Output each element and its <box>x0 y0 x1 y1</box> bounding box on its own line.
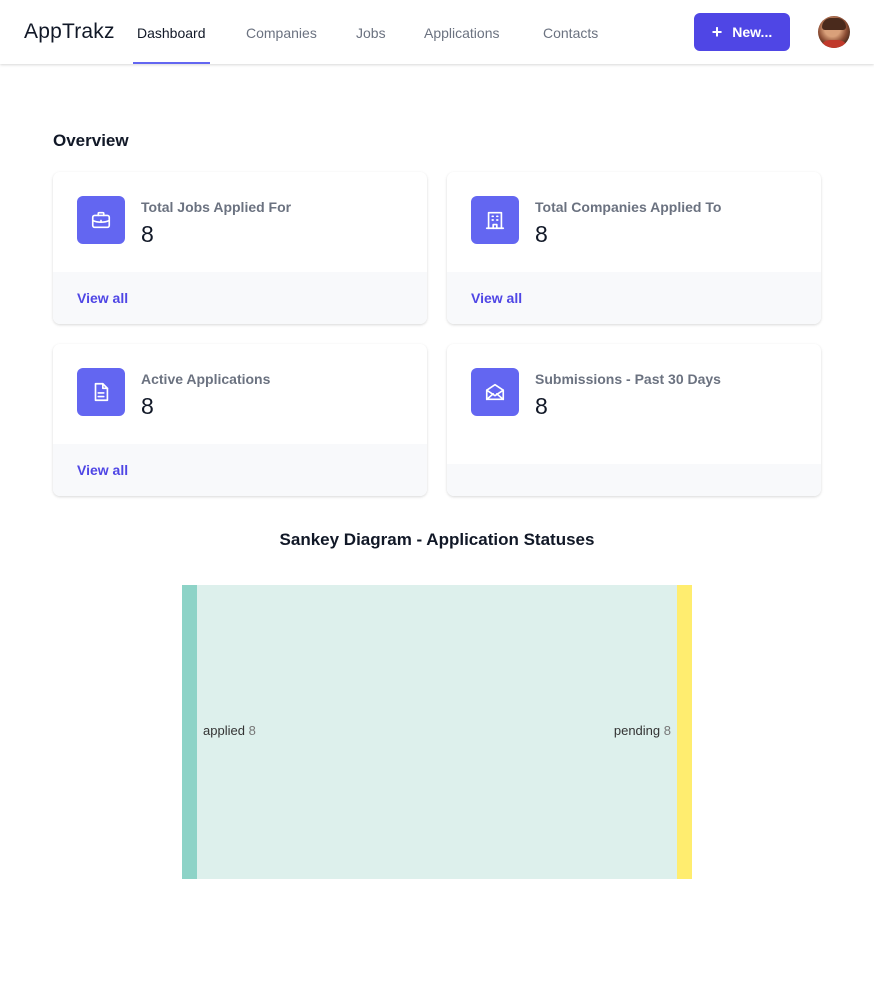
stat-value: 8 <box>141 393 154 419</box>
sankey-node-applied[interactable] <box>182 585 197 879</box>
building-icon <box>471 196 519 244</box>
nav-dashboard[interactable]: Dashboard <box>133 0 209 64</box>
sankey-node-pending[interactable] <box>677 585 692 879</box>
top-navbar: AppTrakz Dashboard Companies Jobs Applic… <box>0 0 874 64</box>
document-icon <box>77 368 125 416</box>
node-value: 8 <box>663 723 671 738</box>
plus-icon: + <box>711 22 723 42</box>
sankey-diagram: applied 8 pending 8 <box>182 585 692 879</box>
node-value: 8 <box>248 723 256 738</box>
app-brand[interactable]: AppTrakz <box>24 20 115 44</box>
view-all-link[interactable]: View all <box>447 272 821 324</box>
overview-heading: Overview <box>53 131 129 150</box>
nav-jobs[interactable]: Jobs <box>356 0 386 64</box>
stat-value: 8 <box>141 221 154 247</box>
stat-label: Active Applications <box>141 371 271 387</box>
nav-applications[interactable]: Applications <box>424 0 500 64</box>
new-button-label: New... <box>732 24 773 40</box>
stat-card-companies: Total Companies Applied To 8 View all <box>447 172 821 324</box>
view-all-link[interactable]: View all <box>53 444 427 496</box>
new-button[interactable]: + New... <box>694 13 790 51</box>
stat-label: Total Companies Applied To <box>535 199 722 215</box>
stat-label: Total Jobs Applied For <box>141 199 292 215</box>
stat-label: Submissions - Past 30 Days <box>535 371 721 387</box>
stat-value: 8 <box>535 393 548 419</box>
stat-value: 8 <box>535 221 548 247</box>
nav-contacts[interactable]: Contacts <box>543 0 598 64</box>
sankey-label-applied: applied 8 <box>203 723 256 738</box>
sankey-title: Sankey Diagram - Application Statuses <box>279 530 595 549</box>
user-avatar[interactable] <box>818 16 850 48</box>
node-name: pending <box>613 723 661 738</box>
nav-companies[interactable]: Companies <box>246 0 317 64</box>
stat-card-applications: Active Applications 8 View all <box>53 344 427 496</box>
stat-card-submissions: Submissions - Past 30 Days 8 <box>447 344 821 496</box>
node-name: applied <box>203 723 245 738</box>
briefcase-icon <box>77 196 125 244</box>
envelope-open-icon <box>471 368 519 416</box>
card-footer <box>447 464 821 496</box>
sankey-label-pending: pending 8 <box>614 723 671 738</box>
stat-card-jobs: Total Jobs Applied For 8 View all <box>53 172 427 324</box>
sankey-link[interactable] <box>197 585 677 879</box>
view-all-link[interactable]: View all <box>53 272 427 324</box>
